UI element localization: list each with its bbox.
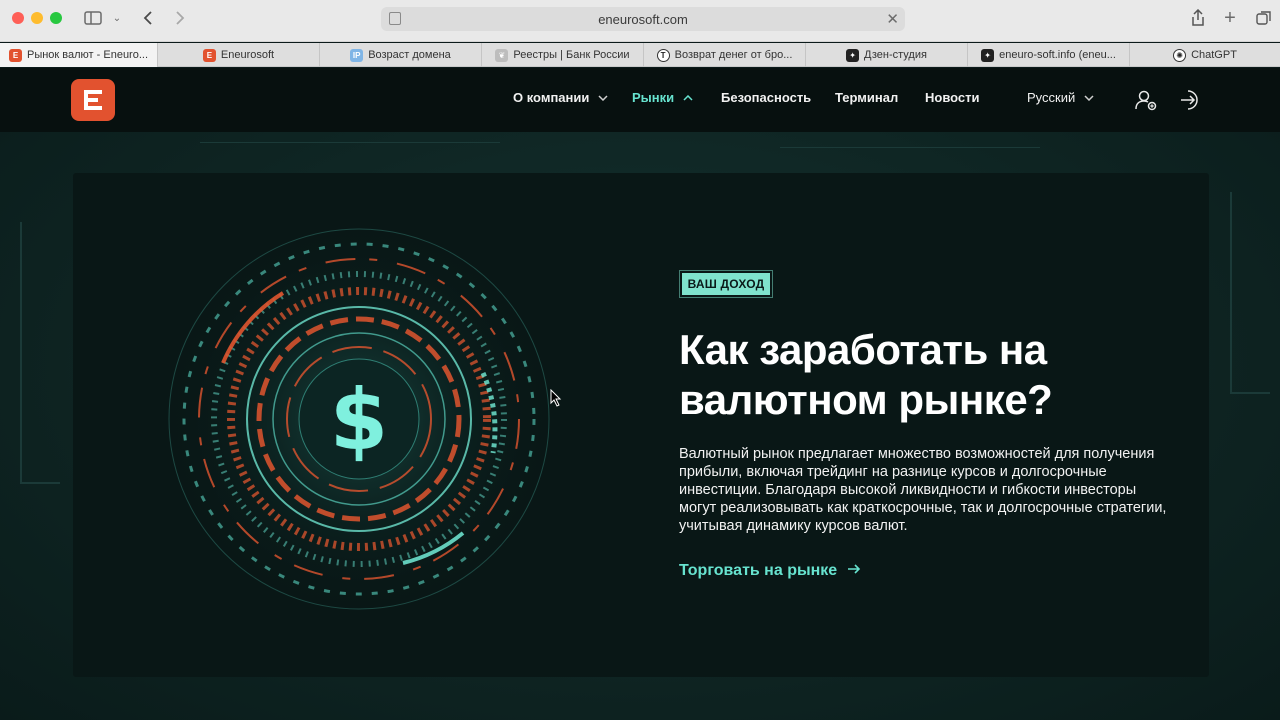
currency-dial-graphic: $ [163, 223, 559, 619]
dzen-icon: ✦ [981, 48, 995, 62]
hero-description: Валютный рынок предлагает множество возм… [679, 446, 1167, 534]
tab-eneuro-soft-info[interactable]: ✦ eneuro-soft.info (eneu... [968, 43, 1130, 67]
tab-label: eneuro-soft.info (eneu... [999, 49, 1116, 61]
hero-card: $ [73, 173, 1209, 677]
tab-label: Возврат денег от бро... [674, 49, 793, 61]
chatgpt-icon: ✺ [1173, 48, 1187, 62]
nav-terminal[interactable]: Терминал [835, 90, 898, 105]
tab-eneurosoft[interactable]: E Eneurosoft [158, 43, 320, 67]
maximize-window-button[interactable] [50, 12, 62, 24]
close-icon[interactable]: ✕ [886, 10, 899, 28]
chevron-up-icon [683, 92, 693, 104]
tab-label: Рынок валют - Eneuro... [26, 49, 149, 61]
page-icon [389, 12, 401, 25]
language-selector[interactable]: Русский [1027, 90, 1094, 105]
browser-titlebar: ⌄ eneurosoft.com ✕ + [0, 0, 1280, 42]
mouse-cursor-icon [550, 389, 562, 407]
language-label: Русский [1027, 90, 1076, 105]
minimize-window-button[interactable] [31, 12, 43, 24]
tab-label: Возраст домена [368, 49, 451, 61]
t-icon: T [656, 48, 670, 62]
tab-label: Реестры | Банк России [513, 49, 630, 61]
tab-overview-icon[interactable] [1256, 8, 1272, 28]
nav-label: Рынки [632, 90, 675, 105]
url-text: eneurosoft.com [598, 11, 688, 27]
nav-label: Новости [925, 90, 980, 105]
site-logo[interactable] [71, 79, 115, 121]
dzen-icon: ✦ [846, 48, 860, 62]
cta-label: Торговать на рынке [679, 562, 838, 579]
chevron-down-icon [1084, 92, 1094, 104]
nav-label: Терминал [835, 90, 899, 105]
close-window-button[interactable] [12, 12, 24, 24]
dollar-icon: $ [330, 371, 388, 469]
chevron-down-icon[interactable]: ⌄ [110, 8, 124, 28]
bank-of-russia-icon: ❦ [495, 48, 509, 62]
chevron-down-icon [598, 92, 608, 104]
tab-label: Eneurosoft [220, 49, 275, 61]
new-tab-icon[interactable]: + [1222, 7, 1238, 29]
user-add-icon[interactable] [1134, 88, 1158, 112]
nav-security[interactable]: Безопасность [721, 90, 811, 105]
share-icon[interactable] [1190, 8, 1206, 28]
sidebar-toggle-icon[interactable] [83, 8, 103, 28]
address-bar[interactable]: eneurosoft.com ✕ [381, 7, 905, 31]
nav-label: О компании [513, 90, 590, 105]
tab-label: ChatGPT [1191, 49, 1237, 61]
badge-label: ВАШ ДОХОД [682, 273, 770, 295]
nav-about[interactable]: О компании [513, 90, 608, 105]
eneurosoft-logo-icon: E [202, 48, 216, 62]
tab-domain-age[interactable]: IP Возраст домена [320, 43, 482, 67]
login-icon[interactable] [1179, 88, 1203, 112]
trade-on-market-link[interactable]: Торговать на рынке [679, 562, 861, 580]
title-line-2: валютном рынке? [679, 376, 1053, 423]
back-button[interactable] [140, 8, 156, 28]
page-title: Как заработать на валютном рынке? [679, 325, 1159, 425]
ip-icon: IP [350, 48, 364, 62]
tab-market[interactable]: E Рынок валют - Eneuro... [0, 43, 158, 67]
tab-bank-registry[interactable]: ❦ Реестры | Банк России [482, 43, 644, 67]
tab-chatgpt[interactable]: ✺ ChatGPT [1130, 43, 1280, 67]
tab-dzen[interactable]: ✦ Дзен-студия [806, 43, 968, 67]
nav-label: Безопасность [721, 90, 812, 105]
eneurosoft-logo-icon: E [8, 48, 22, 62]
site-header: О компании Рынки Безопасность Терминал Н… [0, 68, 1280, 132]
tab-refund[interactable]: T Возврат денег от бро... [644, 43, 806, 67]
nav-news[interactable]: Новости [925, 90, 980, 105]
nav-markets[interactable]: Рынки [632, 90, 693, 105]
tab-label: Дзен-студия [864, 49, 927, 61]
forward-button[interactable] [172, 8, 188, 28]
tab-bar: E Рынок валют - Eneuro... E Eneurosoft I… [0, 43, 1280, 67]
title-line-1: Как заработать на [679, 326, 1047, 373]
arrow-right-icon [847, 562, 861, 580]
